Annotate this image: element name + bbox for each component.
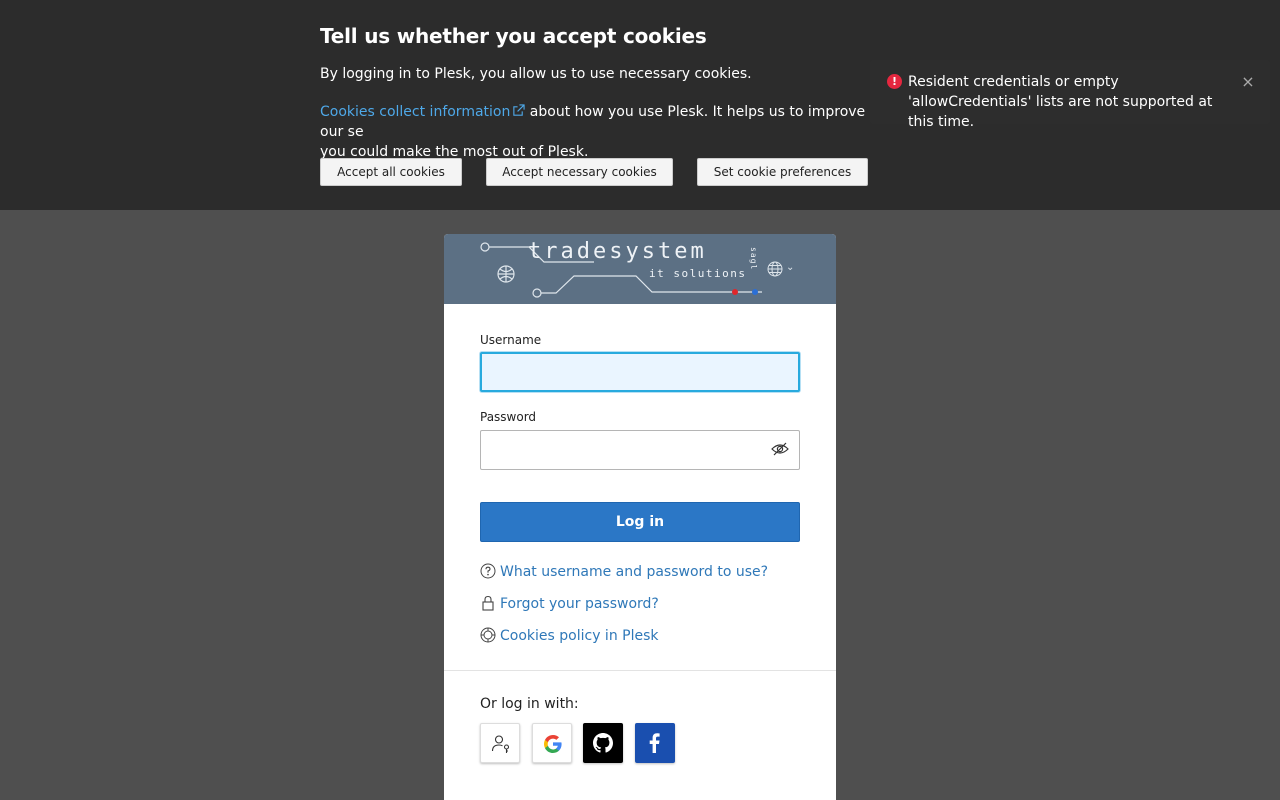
login-card: tradesystem it solutions sagl ⌄ Username… [444,234,836,800]
accept-all-cookies-button[interactable]: Accept all cookies [320,158,462,186]
card-header: tradesystem it solutions sagl ⌄ [444,234,836,304]
cookies-policy-link[interactable]: Cookies policy in Plesk [480,626,658,646]
cookie-icon [480,627,496,643]
forgot-password-link[interactable]: Forgot your password? [480,594,659,614]
google-icon [544,735,562,753]
toast-message: Resident credentials or empty 'allowCred… [908,74,1213,130]
external-link-icon [513,104,525,116]
cookies-info-link[interactable]: Cookies collect information [320,104,525,120]
lock-icon [482,595,494,611]
cookie-preferences-button[interactable]: Set cookie preferences [697,158,868,186]
github-icon [593,733,613,753]
alt-login-label: Or log in with: [480,696,579,712]
forgot-password-link-label: Forgot your password? [500,596,659,612]
error-toast: ! Resident credentials or empty 'allowCr… [870,60,1270,130]
cookie-banner-title: Tell us whether you accept cookies [320,24,707,48]
cookie-banner-text: By logging in to Plesk, you allow us to … [320,66,752,82]
login-button[interactable]: Log in [480,502,800,542]
help-credentials-link[interactable]: What username and password to use? [480,562,768,582]
eye-off-icon[interactable] [771,442,789,456]
chevron-down-icon[interactable]: ⌄ [786,262,794,273]
google-login-button[interactable] [532,723,572,763]
accept-necessary-cookies-button[interactable]: Accept necessary cookies [486,158,673,186]
cookies-policy-link-label: Cookies policy in Plesk [500,628,659,644]
question-circle-icon [480,563,496,579]
facebook-login-button[interactable] [635,723,675,763]
error-icon: ! [887,74,902,89]
logo-vertical-text: sagl [749,247,758,271]
cookie-banner-details: Cookies collect information about how yo… [320,102,880,162]
logo-wordmark: tradesystem [528,239,707,264]
help-credentials-link-label: What username and password to use? [500,564,769,580]
logo-tagline: it solutions [649,267,747,280]
passkey-login-button[interactable] [480,723,520,763]
facebook-icon [649,733,660,753]
username-label: Username [480,333,542,347]
password-label: Password [480,410,537,424]
username-input[interactable] [480,352,800,392]
passkey-icon [491,735,510,753]
cookies-info-link-label: Cookies collect information [320,104,511,120]
close-icon[interactable]: × [1240,74,1256,90]
divider [444,670,836,671]
password-input[interactable] [480,430,800,470]
github-login-button[interactable] [583,723,623,763]
globe-icon[interactable] [767,261,783,277]
